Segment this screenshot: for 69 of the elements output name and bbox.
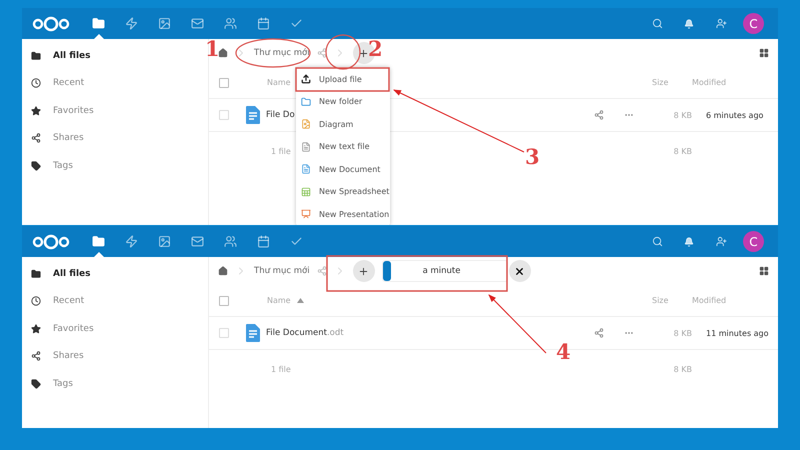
breadcrumb-folder[interactable]: Thư mục mới <box>254 266 310 276</box>
sidebar-item[interactable]: Shares <box>22 124 208 152</box>
presentation-icon <box>301 209 311 220</box>
menu-item[interactable]: New Document <box>296 158 390 180</box>
file-size: 8 KB <box>672 328 692 338</box>
menu-item[interactable]: Upload file <box>296 68 390 90</box>
file-name[interactable]: File Do <box>266 110 295 120</box>
share-icon[interactable] <box>594 328 604 338</box>
close-icon <box>514 266 526 276</box>
share-icon[interactable] <box>316 48 327 58</box>
breadcrumb-folder[interactable]: Thư mục mới <box>254 48 310 58</box>
logo-icon <box>32 234 70 250</box>
select-all-checkbox[interactable] <box>219 296 229 306</box>
sidebar-item[interactable]: Tags <box>22 370 208 398</box>
plus-icon <box>358 48 370 58</box>
close-button[interactable] <box>508 260 531 282</box>
user-avatar[interactable]: C <box>743 231 764 252</box>
size-column-header[interactable]: Size <box>652 296 692 305</box>
grid-view-icon[interactable] <box>759 266 769 276</box>
select-all-checkbox[interactable] <box>219 78 229 88</box>
highlight-circle <box>325 34 361 70</box>
total-size: 8 KB <box>672 364 692 374</box>
logo-icon <box>32 16 70 32</box>
folder-icon <box>301 96 311 107</box>
sidebar-item[interactable]: Tags <box>22 152 208 180</box>
step-number: 1 <box>205 40 220 59</box>
sidebar-item[interactable]: Favorites <box>22 315 208 342</box>
file-modified: 11 minutes ago <box>706 328 770 338</box>
document-icon <box>301 164 311 174</box>
size-column-header[interactable]: Size <box>652 78 692 87</box>
file-count: 1 file <box>271 146 292 156</box>
menu-item[interactable]: New folder <box>296 90 390 113</box>
share-icon[interactable] <box>316 266 327 276</box>
document-icon <box>246 106 260 124</box>
row-checkbox[interactable] <box>219 328 229 338</box>
home-icon[interactable] <box>218 266 228 276</box>
file-modified: 6 minutes ago <box>706 110 764 120</box>
file-count: 1 file <box>271 364 292 374</box>
sidebar-item[interactable]: Favorites <box>22 97 208 124</box>
menu-item[interactable]: New Spreadsheet <box>296 180 390 203</box>
step-number: 4 <box>556 343 571 362</box>
file-size: 8 KB <box>672 110 692 120</box>
diagram-icon <box>301 119 311 130</box>
sidebar-item[interactable]: Shares <box>22 342 208 370</box>
shares-icon <box>31 133 41 144</box>
new-button[interactable] <box>352 260 375 282</box>
sidebar-item[interactable]: All files <box>22 260 208 288</box>
pointer-arrow <box>488 294 546 354</box>
spreadsheet-icon <box>301 186 311 197</box>
file-name[interactable]: File Document.odt <box>266 328 344 338</box>
user-avatar[interactable]: C <box>743 13 764 34</box>
sidebar-item[interactable]: Recent <box>22 70 208 97</box>
total-size: 8 KB <box>672 146 692 156</box>
shares-icon <box>31 351 41 362</box>
share-icon[interactable] <box>594 110 604 120</box>
step-number: 3 <box>525 148 540 167</box>
upload-time-text: a minute <box>422 266 460 276</box>
home-icon[interactable] <box>218 48 228 58</box>
menu-item[interactable]: Diagram <box>296 113 390 136</box>
document-icon <box>246 324 260 342</box>
grid-view-icon[interactable] <box>759 48 769 58</box>
row-checkbox[interactable] <box>219 110 229 120</box>
sidebar-item[interactable]: All files <box>22 42 208 70</box>
plus-icon <box>358 266 370 276</box>
menu-item[interactable]: New Presentation <box>296 203 390 225</box>
sidebar-item[interactable]: Recent <box>22 288 208 315</box>
menu-item[interactable]: New text file <box>296 136 390 158</box>
step-number: 2 <box>368 40 383 59</box>
upload-icon <box>301 74 311 84</box>
